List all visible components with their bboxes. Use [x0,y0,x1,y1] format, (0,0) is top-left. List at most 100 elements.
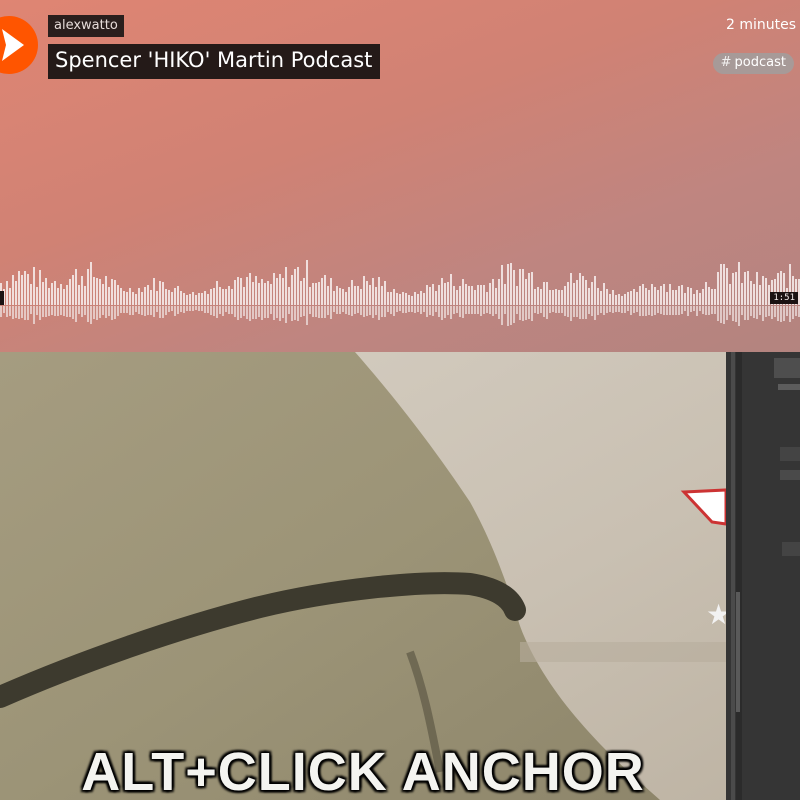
waveform-bar [132,292,134,305]
waveform-bar [618,294,620,305]
waveform-bar-reflection [411,306,413,312]
waveform-bar [381,286,383,305]
waveform-bar [564,286,566,305]
waveform-bar [279,274,281,305]
waveform-bar-reflection [162,306,164,318]
play-button[interactable] [0,16,38,74]
waveform-bar [339,288,341,305]
waveform-bar [729,284,731,305]
waveform-bar [201,293,203,305]
waveform-bar-reflection [123,306,125,313]
waveform-bar-reflection [432,306,434,316]
waveform-bar [612,290,614,305]
waveform-bar-reflection [192,306,194,311]
waveform-bar-reflection [624,306,626,313]
waveform-bar [435,291,437,305]
waveform-bar [585,280,587,305]
waveform-bar-reflection [6,306,8,317]
waveform-bar-reflection [591,306,593,316]
waveform-bar [621,296,623,305]
waveform-bar [66,285,68,305]
waveform-bar [507,264,509,305]
waveform-bar-reflection [345,306,347,314]
waveform-bar [477,285,479,305]
waveform-bar [174,288,176,305]
waveform-bar [765,278,767,305]
waveform-bar-reflection [588,306,590,314]
waveform-bar [111,279,113,305]
waveform-bar-reflection [207,306,209,313]
waveform-bar-reflection [720,306,722,323]
waveform-bar-reflection [771,306,773,319]
waveform-bar [630,291,632,305]
waveform-bar-reflection [447,306,449,315]
waveform-bar-reflection [21,306,23,318]
waveform-bar-reflection [423,306,425,312]
username-link[interactable]: alexwatto [48,15,124,37]
waveform-bar-reflection [264,306,266,318]
waveform[interactable] [0,236,800,336]
waveform-bar-reflection [222,306,224,316]
waveform-bar [738,262,740,305]
waveform-bar [369,285,371,305]
waveform-bar [219,287,221,305]
waveform-bar-reflection [198,306,200,311]
waveform-bar-reflection [390,306,392,314]
waveform-bar [726,268,728,305]
waveform-bar [519,269,521,305]
waveform-bar-reflection [72,306,74,319]
waveform-bar [24,271,26,305]
waveform-bar [153,278,155,305]
waveform-bar-reflection [348,306,350,315]
track-title[interactable]: Spencer 'HIKO' Martin Podcast [48,44,381,79]
waveform-bar-reflection [216,306,218,318]
waveform-bar [480,285,482,305]
waveform-bar-reflection [441,306,443,320]
waveform-bar-reflection [399,306,401,311]
waveform-bar-reflection [258,306,260,317]
waveform-bar-reflection [522,306,524,321]
waveform-bar [609,294,611,305]
waveform-bar-reflection [81,306,83,317]
waveform-bar [117,285,119,305]
waveform-bar-reflection [141,306,143,315]
waveform-bar-reflection [747,306,749,320]
waveform-bar [663,284,665,305]
waveform-bar-reflection [450,306,452,319]
waveform-bar-reflection [669,306,671,315]
tag-label: podcast [734,55,786,70]
waveform-bar-reflection [273,306,275,320]
waveform-bar [393,289,395,305]
waveform-bar-reflection [456,306,458,313]
tag-podcast[interactable]: # podcast [712,53,794,74]
waveform-bar-reflection [201,306,203,311]
waveform-bar-reflection [165,306,167,315]
waveform-bar [84,286,86,305]
waveform-bar [102,284,104,305]
waveform-bar-reflection [33,306,35,324]
waveform-bar [81,276,83,305]
waveform-bar-reflection [354,306,356,314]
waveform-bar [540,289,542,305]
waveform-bar [387,292,389,305]
waveform-bar-reflection [687,306,689,316]
waveform-bar-reflection [159,306,161,318]
waveform-bar [357,286,359,305]
waveform-bar-reflection [180,306,182,312]
waveform-bar-reflection [765,306,767,317]
waveform-bar [363,276,365,305]
waveform-bar-reflection [129,306,131,315]
waveform-bar-reflection [285,306,287,323]
waveform-bar-reflection [249,306,251,321]
waveform-bar-reflection [525,306,527,320]
waveform-bar [375,287,377,305]
waveform-bar-reflection [231,306,233,314]
waveform-bar-reflection [513,306,515,323]
waveform-bar [36,287,38,305]
waveform-bar-reflection [30,306,32,314]
waveform-bar [444,283,446,305]
waveform-bar [33,267,35,305]
waveform-bar [69,279,71,305]
waveform-bar-reflection [597,306,599,315]
waveform-bar [225,289,227,305]
